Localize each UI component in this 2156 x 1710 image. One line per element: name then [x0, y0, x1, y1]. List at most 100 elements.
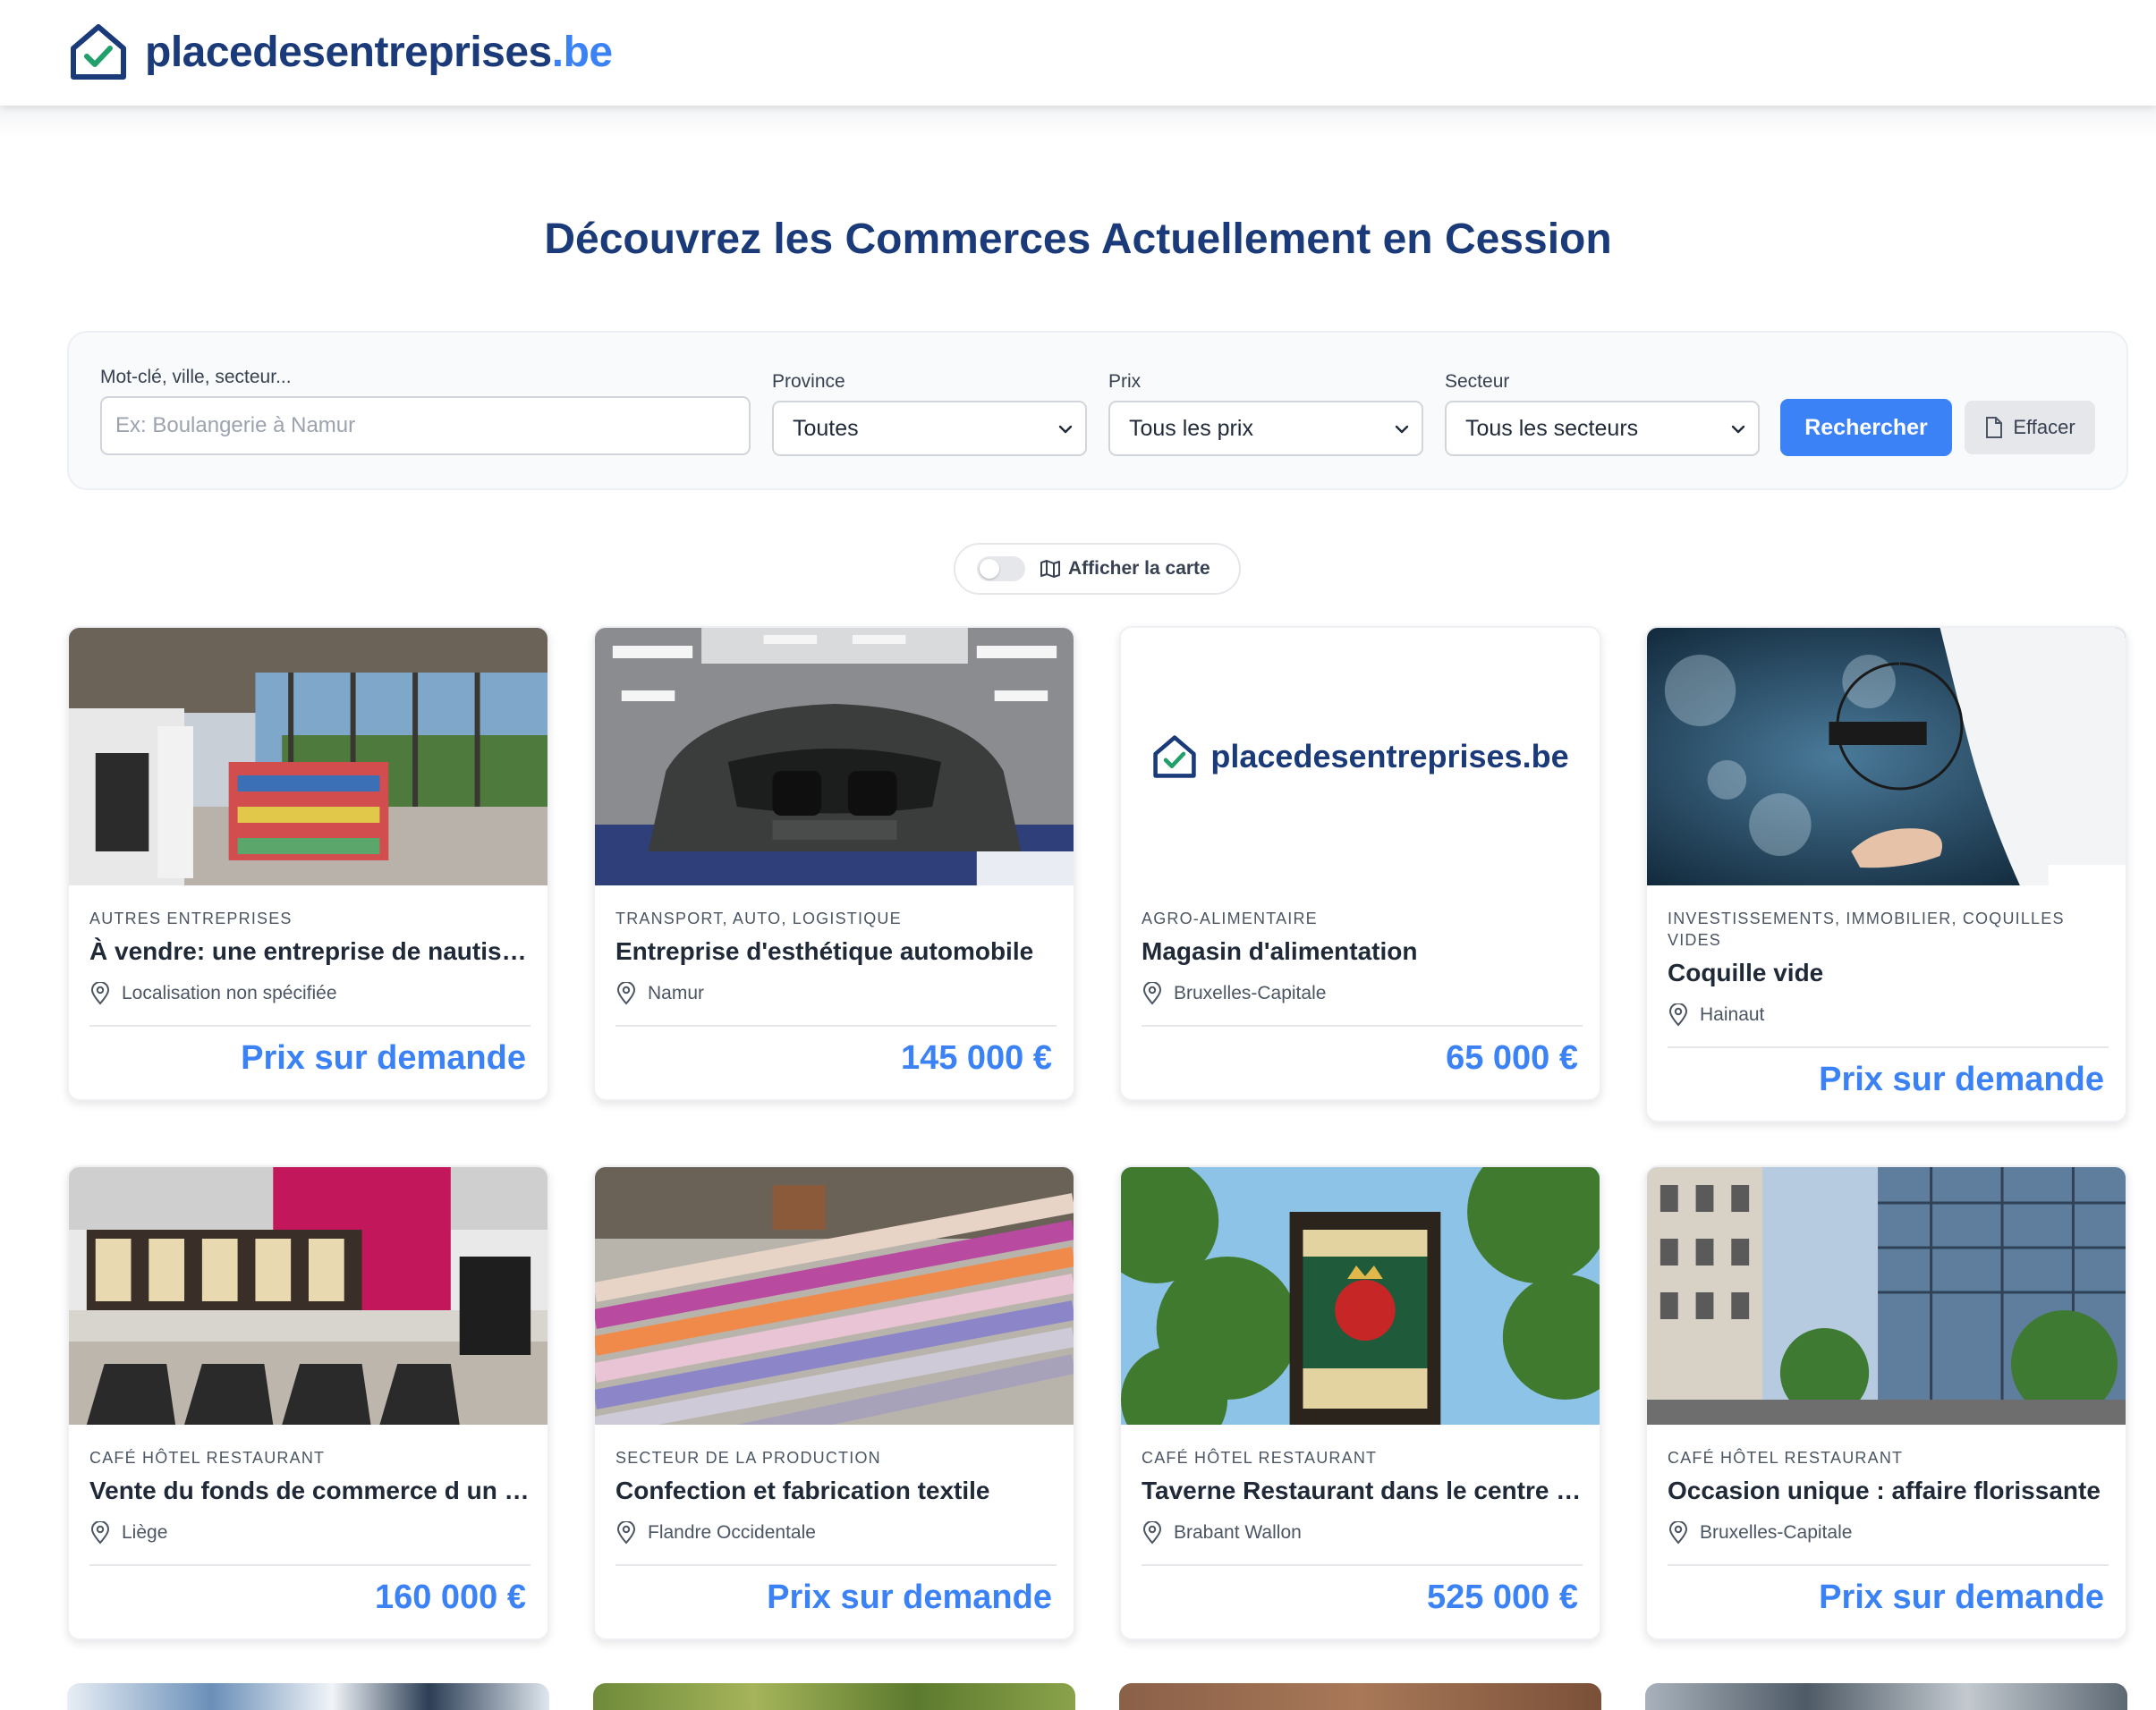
listing-card[interactable]: Transport, auto, logistique Entreprise d… [593, 626, 1075, 1101]
listing-location: Hainaut [1668, 1003, 1764, 1027]
listing-price: 65 000 € [1446, 1039, 1578, 1077]
listing-image-city-street [1647, 1167, 2126, 1425]
listing-category: Agro-alimentaire [1142, 910, 1318, 927]
map-toggle-label: Afficher la carte [1068, 558, 1210, 579]
map-pin-icon [616, 1521, 636, 1545]
card-divider [89, 1564, 531, 1566]
listing-location-text: Localisation non spécifiée [122, 983, 337, 1003]
brand-tld: .be [551, 28, 613, 76]
province-select[interactable]: Toutes [772, 401, 1087, 456]
listing-category: Café hôtel restaurant [1668, 1449, 1904, 1467]
listing-image-car-detailing [595, 628, 1074, 885]
listing-location: Namur [615, 982, 704, 1005]
listing-category: Investissements, immobilier, coquilles v… [1668, 910, 2065, 949]
listing-price: 525 000 € [1426, 1579, 1578, 1616]
listing-price: 160 000 € [374, 1579, 526, 1616]
listing-title: Taverne Restaurant dans le centre ville [1142, 1477, 1589, 1504]
listing-location: Localisation non spécifiée [89, 982, 337, 1005]
listing-title: Entreprise d'esthétique automobile [615, 937, 1034, 965]
card-divider [1142, 1025, 1583, 1027]
brand-name: placedesentreprises [145, 28, 552, 76]
chevron-down-icon [1395, 425, 1409, 434]
listing-category: Café hôtel restaurant [1142, 1449, 1378, 1467]
listing-title: Confection et fabrication textile [615, 1477, 990, 1504]
search-button[interactable]: Rechercher [1780, 399, 1952, 456]
listing-card[interactable]: Secteur de la production Confection et f… [593, 1165, 1075, 1640]
listing-location-text: Brabant Wallon [1174, 1522, 1302, 1543]
card-divider [1668, 1564, 2109, 1566]
price-selected-value: Tous les prix [1129, 415, 1253, 441]
card-divider [615, 1025, 1057, 1027]
listing-price: Prix sur demande [1819, 1061, 2104, 1098]
listing-category: Café hôtel restaurant [89, 1449, 326, 1467]
listing-price: 145 000 € [900, 1039, 1052, 1077]
listing-card[interactable]: Café hôtel restaurant Occasion unique : … [1645, 1165, 2127, 1640]
listing-card[interactable]: Investissements, immobilier, coquilles v… [1645, 626, 2127, 1122]
listing-image-pub-sign [1121, 1167, 1600, 1425]
listing-category: Secteur de la production [615, 1449, 881, 1467]
placeholder-brand-text: placedesentreprises.be [1210, 738, 1569, 775]
header-divider-band [0, 106, 2156, 138]
listing-price: Prix sur demande [1819, 1579, 2104, 1616]
document-icon [1986, 417, 2003, 438]
listing-location: Bruxelles-Capitale [1142, 982, 1326, 1005]
listing-title: Magasin d'alimentation [1142, 937, 1418, 965]
clear-filters-button[interactable]: Effacer [1965, 401, 2095, 454]
listing-card-partial[interactable] [1119, 1683, 1601, 1710]
map-pin-icon [616, 982, 636, 1005]
keyword-search-input[interactable]: Ex: Boulangerie à Namur [100, 396, 751, 455]
map-pin-icon [1142, 1521, 1162, 1545]
price-select[interactable]: Tous les prix [1108, 401, 1423, 456]
listing-card[interactable]: Café hôtel restaurant Taverne Restaurant… [1119, 1165, 1601, 1640]
listing-location-text: Liège [122, 1522, 168, 1543]
listing-title: À vendre: une entreprise de nautisme [89, 937, 537, 965]
site-logo[interactable]: placedesentreprises.be [68, 21, 613, 82]
listing-card[interactable]: Café hôtel restaurant Vente du fonds de … [67, 1165, 549, 1640]
card-divider [1668, 1046, 2109, 1048]
listing-location: Brabant Wallon [1142, 1521, 1302, 1545]
listing-title: Occasion unique : affaire florissante [1668, 1477, 2101, 1504]
listing-location: Flandre Occidentale [615, 1521, 816, 1545]
sector-select[interactable]: Tous les secteurs [1445, 401, 1760, 456]
listing-category: Transport, auto, logistique [615, 910, 902, 927]
map-pin-icon [1668, 1003, 1688, 1027]
listing-image-textile [595, 1167, 1074, 1425]
listing-card[interactable]: Autres entreprises À vendre: une entrepr… [67, 626, 549, 1101]
chevron-down-icon [1058, 425, 1073, 434]
keyword-placeholder: Ex: Boulangerie à Namur [115, 413, 356, 437]
map-pin-icon [90, 982, 110, 1005]
sector-selected-value: Tous les secteurs [1465, 415, 1639, 441]
map-pin-icon [90, 1521, 110, 1545]
listing-card-partial[interactable] [593, 1683, 1075, 1710]
listing-card-partial[interactable] [1645, 1683, 2127, 1710]
listing-card-partial[interactable] [67, 1683, 549, 1710]
listing-category: Autres entreprises [89, 910, 293, 927]
listing-image-brand-placeholder: placedesentreprises.be [1121, 628, 1600, 885]
keyword-label: Mot-clé, ville, secteur... [100, 367, 292, 387]
site-header: placedesentreprises.be [0, 0, 2156, 106]
listing-card[interactable]: placedesentreprises.be Agro-alimentaire … [1119, 626, 1601, 1101]
card-divider [1142, 1564, 1583, 1566]
page-title: Découvrez les Commerces Actuellement en … [544, 216, 1612, 263]
listing-image-boat-shop [69, 628, 547, 885]
house-check-logo-icon [1153, 735, 1197, 778]
map-toggle[interactable]: Afficher la carte [954, 543, 1241, 595]
listing-price: Prix sur demande [767, 1579, 1052, 1616]
listing-image-business-wordcloud [1647, 628, 2126, 885]
listing-image-bar [69, 1167, 547, 1425]
clear-label: Effacer [2013, 416, 2075, 438]
listing-location: Bruxelles-Capitale [1668, 1521, 1852, 1545]
listing-price: Prix sur demande [241, 1039, 526, 1077]
listing-location-text: Namur [648, 983, 705, 1003]
house-check-logo-icon [71, 24, 126, 80]
province-selected-value: Toutes [793, 415, 859, 441]
map-toggle-switch[interactable] [977, 556, 1025, 581]
map-pin-icon [1142, 982, 1162, 1005]
listing-location-text: Bruxelles-Capitale [1174, 983, 1327, 1003]
map-pin-icon [1668, 1521, 1688, 1545]
price-label: Prix [1108, 371, 1142, 392]
chevron-down-icon [1731, 425, 1745, 434]
sector-label: Secteur [1445, 371, 1510, 392]
listing-title: Vente du fonds de commerce d un bar [89, 1477, 537, 1504]
listing-title: Coquille vide [1668, 959, 1824, 986]
